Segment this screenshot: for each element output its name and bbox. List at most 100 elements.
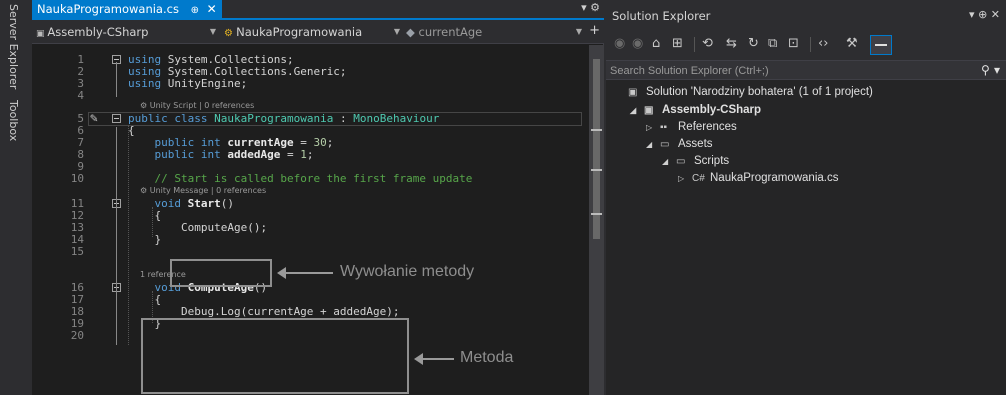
sync-with-document-icon[interactable]: ⇆	[726, 36, 737, 52]
vertical-scrollbar[interactable]	[589, 45, 604, 395]
expand-arrow-icon[interactable]: ▷	[646, 119, 660, 136]
codelens-annotation[interactable]: ⚙ Unity Script | 0 references	[140, 101, 254, 111]
csharp-file-icon: C#	[692, 173, 705, 184]
member-dropdown[interactable]: ◆ currentAge ▼	[406, 24, 582, 40]
code-token: using	[128, 77, 162, 90]
collapse-arrow-icon[interactable]: ◢	[662, 153, 676, 170]
code-view-icon[interactable]: ‹›	[818, 36, 828, 52]
member-label: currentAge	[418, 25, 483, 39]
code-token: ()	[220, 197, 234, 210]
class-icon: ⚙	[224, 28, 237, 39]
back-icon[interactable]: ◉	[614, 36, 625, 52]
code-token: int	[200, 148, 221, 161]
chevron-down-icon: ▼	[209, 27, 216, 36]
line-number: 15	[70, 245, 84, 258]
forward-icon[interactable]: ◉	[632, 36, 643, 52]
code-token: // Start is called before the first fram…	[154, 172, 473, 185]
preview-icon	[875, 44, 887, 46]
folder-icon: ▭	[660, 139, 670, 150]
code-text: }	[128, 234, 161, 246]
document-tab-bar: NaukaProgramowania.cs ⊕ ✕ ▾ ⚙	[32, 0, 604, 20]
method-call-highlight-box	[170, 259, 272, 287]
search-icon[interactable]: ⚲ ▾	[981, 63, 1000, 77]
scrollbar-thumb[interactable]	[593, 59, 600, 239]
line-number: 2	[77, 65, 84, 78]
code-token: 1	[300, 148, 307, 161]
class-dropdown[interactable]: ⚙ NaukaProgramowania ▼	[224, 24, 400, 40]
outline-fold-line	[116, 127, 117, 345]
close-icon[interactable]: ✕	[207, 2, 217, 16]
expand-arrow-icon[interactable]: ▷	[678, 170, 692, 187]
code-text: Debug.Log(currentAge + addedAge);	[128, 306, 400, 318]
pending-changes-filter-icon[interactable]: ⟲	[702, 36, 713, 52]
indent-guide	[128, 125, 129, 345]
toolbar-separator	[694, 37, 695, 52]
solution-explorer-toolbar: ◉ ◉ ⌂ ⊞ ⟲ ⇆ ↻ ⧉ ⊡ ‹› ⚒	[606, 30, 1006, 60]
refresh-icon[interactable]: ↻	[748, 36, 759, 52]
scroll-marker	[591, 213, 602, 215]
code-text: public int addedAge = 1;	[128, 148, 314, 161]
code-token: Debug.Log(currentAge + addedAge);	[128, 305, 400, 318]
collapse-arrow-icon[interactable]: ◢	[646, 136, 660, 153]
method-highlight-box	[141, 318, 409, 394]
tree-item[interactable]: ◢ ▣ Assembly-CSharp	[630, 102, 761, 119]
line-number: 5	[77, 112, 84, 125]
project-icon: ▣	[36, 29, 48, 39]
line-number: 8	[77, 148, 84, 161]
tree-item[interactable]: ▷ C# NaukaProgramowania.cs	[678, 170, 838, 187]
code-text: // Start is called before the first fram…	[128, 172, 473, 185]
tree-item[interactable]: ▣ Solution 'Narodziny bohatera' (1 of 1 p…	[614, 84, 873, 101]
code-text: using UnityEngine;	[128, 78, 247, 90]
method-call-arrow	[277, 267, 333, 279]
tree-item-label: References	[678, 121, 737, 133]
server-explorer-tab[interactable]: Server Explorer	[7, 4, 20, 89]
current-line-highlight	[88, 112, 582, 126]
navigation-bar: ▣ Assembly-CSharp ▼ ⚙ NaukaProgramowania ▼…	[32, 20, 604, 44]
code-token: }	[128, 233, 162, 246]
chevron-down-icon: ▼	[393, 27, 400, 36]
project-dropdown[interactable]: ▣ Assembly-CSharp ▼	[36, 24, 216, 40]
class-label: NaukaProgramowania	[236, 25, 363, 39]
line-number: 7	[77, 136, 84, 149]
tree-item-label: Assembly-CSharp	[662, 104, 762, 116]
scroll-marker	[591, 129, 602, 131]
project-icon: ▣	[644, 105, 654, 116]
switch-views-icon[interactable]: ⊞	[672, 36, 683, 52]
properties-wrench-icon[interactable]: ⚒	[846, 36, 858, 52]
quick-actions-icon[interactable]: ✎	[90, 111, 98, 126]
search-input[interactable]	[610, 63, 970, 78]
method-call-caption: Wywołanie metody	[340, 263, 475, 280]
solution-explorer-titlebar: Solution Explorer ▾ ⊕ ✕	[606, 0, 1006, 30]
panel-window-controls-icon[interactable]: ▾ ⊕ ✕	[969, 8, 1000, 21]
code-token: ;	[326, 136, 334, 149]
outline-fold-line	[116, 62, 117, 97]
code-token: addedAge	[227, 148, 281, 161]
tree-item-label: Scripts	[694, 155, 730, 167]
collapse-all-icon[interactable]: ⧉	[768, 36, 777, 52]
tree-item[interactable]: ◢ ▭ Assets	[646, 136, 713, 153]
pin-icon[interactable]: ⊕	[191, 5, 199, 16]
solution-explorer-panel: Solution Explorer ▾ ⊕ ✕ ◉ ◉ ⌂ ⊞ ⟲ ⇆ ↻ ⧉ …	[606, 0, 1006, 395]
tree-item-label: NaukaProgramowania.cs	[710, 172, 839, 184]
toolbox-tab[interactable]: Toolbox	[7, 100, 20, 141]
collapse-arrow-icon[interactable]: ◢	[630, 102, 644, 119]
home-icon[interactable]: ⌂	[652, 36, 660, 52]
project-label: Assembly-CSharp	[47, 25, 149, 39]
split-editor-icon[interactable]: +	[589, 23, 600, 38]
preview-selected-items-button[interactable]	[870, 35, 892, 55]
tab-overflow-and-settings-icon[interactable]: ▾ ⚙	[581, 1, 600, 14]
tree-item[interactable]: ◢ ▭ Scripts	[662, 153, 729, 170]
toolbar-separator	[810, 37, 811, 52]
codelens-annotation[interactable]: ⚙ Unity Message | 0 references	[140, 186, 266, 196]
project-icon: ▣	[628, 87, 638, 98]
show-all-files-icon[interactable]: ⊡	[788, 36, 799, 52]
tree-item[interactable]: ▷ ▪▪ References	[646, 119, 737, 136]
line-number: 20	[70, 329, 84, 342]
chevron-down-icon: ▼	[575, 27, 582, 36]
document-tab[interactable]: NaukaProgramowania.cs ⊕ ✕	[32, 0, 222, 18]
solution-explorer-search: ⚲ ▾	[606, 60, 1006, 80]
line-number: 4	[77, 89, 84, 102]
